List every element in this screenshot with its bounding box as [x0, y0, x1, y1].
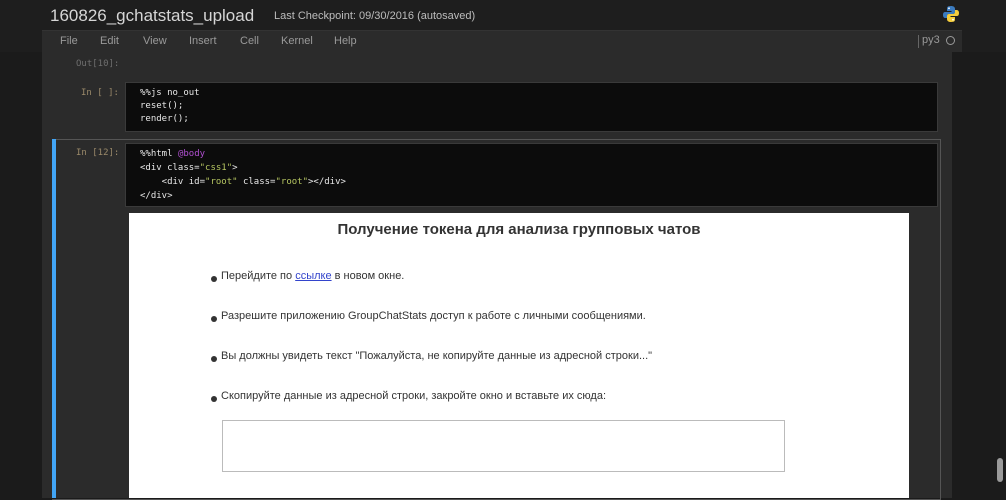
- menu-view[interactable]: View: [143, 35, 167, 47]
- header-bar: 160826_gchatstats_upload Last Checkpoint…: [0, 0, 1006, 30]
- menu-edit[interactable]: Edit: [100, 35, 119, 47]
- bullet-icon: [211, 396, 217, 402]
- code-token: @body: [177, 149, 206, 159]
- code-token: %%html: [140, 149, 178, 159]
- code-cell-editor[interactable]: %%js no_out reset(); render();: [125, 82, 938, 132]
- step-4-text: Скопируйте данные из адресной строки, за…: [221, 390, 607, 402]
- checkpoint-status: Last Checkpoint: 09/30/2016 (autosaved): [274, 10, 476, 22]
- step-1-text: Перейдите по ссылке в новом окне.: [221, 270, 404, 282]
- code-token: ></div>: [308, 177, 346, 187]
- code-line: render();: [140, 114, 189, 124]
- notebook-title[interactable]: 160826_gchatstats_upload: [50, 6, 254, 26]
- auth-link[interactable]: ссылке: [295, 270, 331, 282]
- menu-bar-inner: File Edit View Insert Cell Kernel Help: [42, 30, 962, 54]
- code-token: "css1": [199, 163, 233, 173]
- python-logo-icon: [943, 6, 959, 22]
- code-cell-editor[interactable]: %%html @body <div class="css1"> <div id=…: [125, 143, 938, 207]
- code-token: <div class=: [140, 163, 200, 173]
- bullet-icon: [211, 356, 217, 362]
- code-token: class=: [237, 177, 276, 187]
- scrollbar-thumb[interactable]: [997, 458, 1003, 482]
- output-heading: Получение токена для анализа групповых ч…: [337, 221, 701, 238]
- code-token: "root": [205, 177, 238, 187]
- cell-input-prompt: In [12]:: [76, 148, 120, 158]
- menu-insert[interactable]: Insert: [189, 35, 217, 47]
- code-token: "root": [275, 177, 308, 187]
- cell-input-prompt: In [ ]:: [81, 88, 119, 98]
- code-line: </div>: [140, 191, 173, 201]
- token-textarea[interactable]: [222, 420, 785, 472]
- step-3-text: Вы должны увидеть текст "Пожалуйста, не …: [221, 350, 653, 362]
- output-prompt: Out[10]:: [76, 59, 120, 69]
- step-2-text: Разрешите приложению GroupChatStats дост…: [221, 310, 646, 322]
- code-token: >: [232, 163, 238, 173]
- kernel-name[interactable]: py3: [922, 34, 940, 46]
- code-line: %%html @body: [140, 149, 205, 159]
- bullet-icon: [211, 316, 217, 322]
- menu-kernel[interactable]: Kernel: [281, 35, 313, 47]
- menu-file[interactable]: File: [60, 35, 78, 47]
- code-token: <div id=: [140, 177, 206, 187]
- step-1-after: в новом окне.: [331, 270, 405, 282]
- step-1-before: Перейдите по: [221, 270, 296, 282]
- bullet-icon: [211, 276, 217, 282]
- menu-bar: File Edit View Insert Cell Kernel Help p…: [0, 30, 1006, 54]
- code-line: <div class="css1">: [140, 163, 238, 173]
- menu-cell[interactable]: Cell: [240, 35, 259, 47]
- code-line: <div id="root" class="root"></div>: [140, 177, 346, 187]
- code-line: %%js no_out: [140, 88, 200, 98]
- selected-cell-indicator: [52, 139, 56, 498]
- kernel-separator: [918, 35, 919, 48]
- menu-help[interactable]: Help: [334, 35, 357, 47]
- html-output-area: Получение токена для анализа групповых ч…: [129, 213, 909, 498]
- kernel-idle-icon: [946, 36, 955, 45]
- code-line: reset();: [140, 101, 184, 111]
